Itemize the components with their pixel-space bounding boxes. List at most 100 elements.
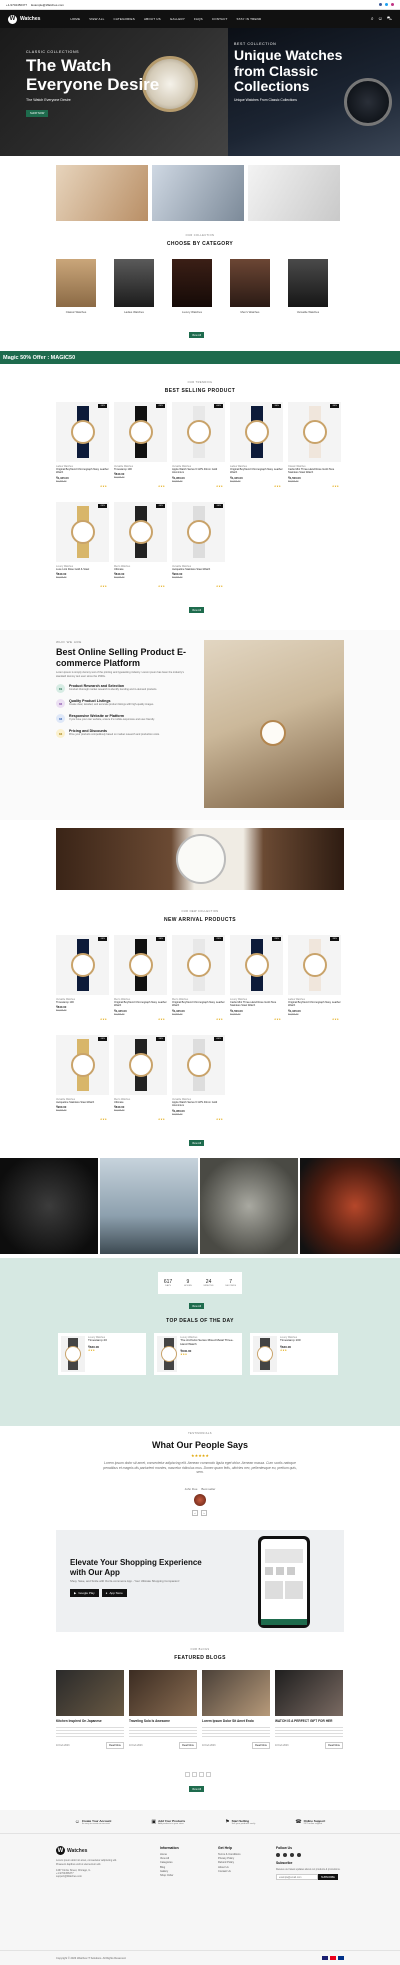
product-card[interactable]: -10% Men's Watches Ultimate ₹840.00 ₹1,0… xyxy=(114,1035,167,1127)
product-name[interactable]: Timestamp 100 xyxy=(114,468,167,471)
product-name[interactable]: Jacqueline Stainless Steel Watch xyxy=(56,1101,109,1104)
twitter-icon[interactable] xyxy=(385,3,388,6)
nav-home[interactable]: HOME xyxy=(70,17,80,21)
footer-link[interactable]: Shop Order xyxy=(160,1874,179,1878)
category-label[interactable]: Luxury Watches xyxy=(172,310,212,314)
promo-image-3[interactable] xyxy=(248,165,340,221)
category-label[interactable]: Versatile Watches xyxy=(288,310,328,314)
gallery-image-4[interactable] xyxy=(300,1158,400,1254)
blog-card[interactable]: Lorem Ipsum Dolor Sit Amet Endo 10 Feb 2… xyxy=(202,1670,270,1766)
brand-logo-icon[interactable]: W xyxy=(8,14,17,24)
page-1-button[interactable] xyxy=(185,1772,190,1777)
cart-icon[interactable]: ⛍ xyxy=(387,16,392,23)
nav-contact[interactable]: CONTACT xyxy=(212,17,228,21)
deal-name[interactable]: Timestamp 100 xyxy=(280,1338,301,1343)
blog-title[interactable]: Lorem Ipsum Dolor Sit Amet Endo xyxy=(202,1719,270,1723)
category-image-ladies[interactable] xyxy=(114,259,154,307)
twitter-icon[interactable] xyxy=(283,1853,287,1857)
deal-image[interactable] xyxy=(253,1336,277,1372)
product-card[interactable]: -30% Ladies Watches Original Boyfriend C… xyxy=(288,935,341,1027)
category-image-versatile[interactable] xyxy=(288,259,328,307)
category-label[interactable]: Men's Watches xyxy=(230,310,270,314)
category-view-all-button[interactable]: View All xyxy=(189,332,205,338)
product-card[interactable]: -10% Men's Watches Original Boyfriend Ch… xyxy=(114,935,167,1027)
deal-name[interactable]: The Archivist Series Mixed Metal Three-H… xyxy=(180,1338,239,1347)
product-image[interactable]: -20% xyxy=(56,502,109,562)
linkedin-icon[interactable] xyxy=(297,1853,301,1857)
best-selling-view-all-button[interactable]: View All xyxy=(189,607,205,613)
category-image-mens[interactable] xyxy=(230,259,270,307)
blog-read-more-button[interactable]: Read More xyxy=(325,1742,343,1749)
product-name[interactable]: Apple Watch Series 6 GPS 40mm Gold Alumi… xyxy=(172,1101,225,1108)
nav-about[interactable]: ABOUT US xyxy=(144,17,161,21)
product-image[interactable]: -10% xyxy=(114,935,167,995)
new-arrival-view-all-button[interactable]: View All xyxy=(189,1140,205,1146)
product-card[interactable]: -60% Versatile Watches Apple Watch Serie… xyxy=(172,1035,225,1127)
blog-card[interactable]: Kitchen Inspired On Japanese 10 Feb 2023… xyxy=(56,1670,124,1766)
deal-image[interactable] xyxy=(61,1336,85,1372)
product-image[interactable]: -10% xyxy=(56,935,109,995)
subscribe-email-input[interactable] xyxy=(276,1874,318,1881)
product-name[interactable]: Original Boyfriend Chronograph Navy Leat… xyxy=(172,1001,225,1008)
product-name[interactable]: Ultimate xyxy=(114,1101,167,1104)
facebook-icon[interactable] xyxy=(379,3,382,6)
product-image[interactable]: -30% xyxy=(288,935,341,995)
product-image[interactable]: -10% xyxy=(114,1035,167,1095)
blog-image[interactable] xyxy=(202,1670,270,1716)
gallery-image-2[interactable] xyxy=(100,1158,198,1254)
product-image[interactable]: -60% xyxy=(172,1035,225,1095)
product-image[interactable]: -60% xyxy=(172,402,225,462)
shop-now-button[interactable]: SHOP NOW xyxy=(26,110,49,117)
deal-name[interactable]: Timestamp 20 xyxy=(88,1338,107,1343)
gallery-image-1[interactable] xyxy=(0,1158,98,1254)
product-card[interactable]: -30% Ladies Watches Original Boyfriend C… xyxy=(230,402,283,494)
blog-image[interactable] xyxy=(56,1670,124,1716)
blog-card[interactable]: Traveling Solo Is Awesome 10 Feb 2023 Re… xyxy=(129,1670,197,1766)
category-label[interactable]: Classic Watches xyxy=(56,310,96,314)
nav-categories[interactable]: CATEGORIES xyxy=(113,17,134,21)
instagram-icon[interactable] xyxy=(391,3,394,6)
product-card[interactable]: -10% Ladies Watches Original Boyfriend C… xyxy=(56,402,109,494)
product-image[interactable]: -25% xyxy=(172,935,225,995)
product-name[interactable]: Carlie Mini Three-Hand Rose Gold-Tone St… xyxy=(288,468,341,475)
blog-title[interactable]: WATCH IS A PERFECT GIFT FOR HER xyxy=(275,1719,343,1723)
nav-faqs[interactable]: FAQS xyxy=(194,17,203,21)
page-2-button[interactable] xyxy=(192,1772,197,1777)
gallery-image-3[interactable] xyxy=(200,1158,298,1254)
youtube-icon[interactable] xyxy=(290,1853,294,1857)
deal-card[interactable]: Luxury Watches The Archivist Series Mixe… xyxy=(154,1333,242,1375)
product-name[interactable]: Timestamp 100 xyxy=(56,1001,109,1004)
product-card[interactable]: -10% Versatile Watches Timestamp 100 ₹84… xyxy=(56,935,109,1027)
blog-title[interactable]: Traveling Solo Is Awesome xyxy=(129,1719,197,1723)
footer-link[interactable]: Contact Us xyxy=(218,1870,241,1874)
brand-name[interactable]: Watches xyxy=(20,16,40,22)
app-store-button[interactable]: ● App Store xyxy=(101,1588,127,1597)
product-name[interactable]: Ultimate xyxy=(114,568,167,571)
category-image-classic[interactable] xyxy=(56,259,96,307)
nav-trend[interactable]: STAY IN TREND xyxy=(237,17,262,21)
promo-image-2[interactable] xyxy=(152,165,244,221)
product-card[interactable]: -25% Men's Watches Original Boyfriend Ch… xyxy=(172,935,225,1027)
product-card[interactable]: -10% Versatile Watches Jacqueline Stainl… xyxy=(172,502,225,594)
product-name[interactable]: Apple Watch Series 6 GPS 40mm Gold Alumi… xyxy=(172,468,225,475)
product-name[interactable]: Original Boyfriend Chronograph Navy Leat… xyxy=(114,1001,167,1008)
blog-image[interactable] xyxy=(129,1670,197,1716)
product-image[interactable]: -10% xyxy=(114,502,167,562)
promo-image-1[interactable] xyxy=(56,165,148,221)
product-name[interactable]: Original Boyfriend Chronograph Navy Leat… xyxy=(288,1001,341,1008)
facebook-icon[interactable] xyxy=(276,1853,280,1857)
nav-view-all[interactable]: VIEW ALL xyxy=(89,17,104,21)
product-image[interactable]: -10% xyxy=(56,402,109,462)
footer-logo-icon[interactable]: W xyxy=(56,1846,65,1855)
deal-card[interactable]: Luxury Watches Timestamp 100 ₹840.00 ★★★ xyxy=(250,1333,338,1375)
product-card[interactable]: -10% Versatile Watches Jacqueline Stainl… xyxy=(56,1035,109,1127)
deal-image[interactable] xyxy=(157,1336,178,1372)
product-name[interactable]: Original Boyfriend Chronograph Navy Leat… xyxy=(230,468,283,475)
testimonial-prev-button[interactable]: ‹ xyxy=(192,1510,198,1516)
blog-read-more-button[interactable]: Read More xyxy=(179,1742,197,1749)
product-name[interactable]: Carlie Mini Three-Hand Rose Gold-Tone St… xyxy=(230,1001,283,1008)
product-card[interactable]: -20% Luxury Watches Luxe Link Rose Gold … xyxy=(56,502,109,594)
category-image-luxury[interactable] xyxy=(172,259,212,307)
search-icon[interactable]: ⌕ xyxy=(371,16,374,23)
google-play-button[interactable]: ▶ Google Play xyxy=(70,1588,99,1597)
